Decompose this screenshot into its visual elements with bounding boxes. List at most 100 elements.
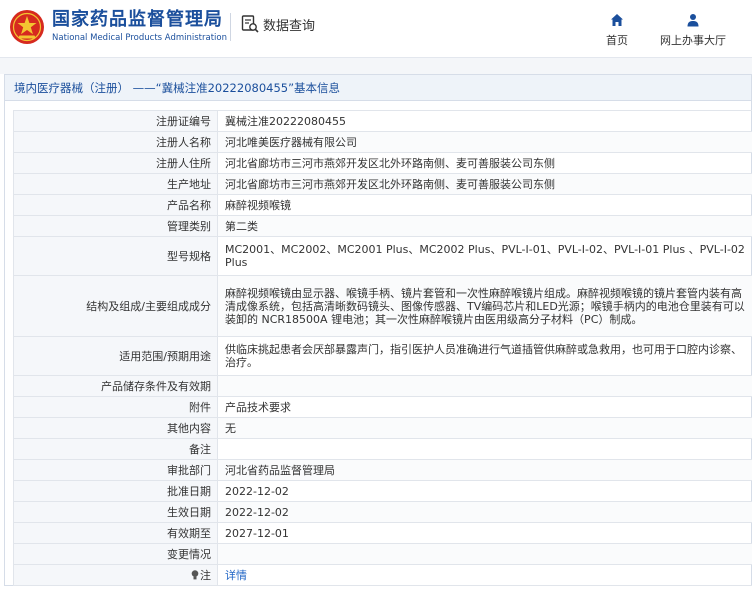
field-value: 2022-12-02: [217, 501, 752, 523]
bulb-icon: [191, 569, 199, 579]
site-header: 国家药品监督管理局 National Medical Products Admi…: [0, 0, 752, 58]
field-label-text: 产品储存条件及有效期: [101, 379, 211, 393]
header-divider: [230, 13, 231, 41]
field-value-text: 第二类: [225, 219, 258, 233]
field-value: 无: [217, 417, 752, 439]
table-row: 管理类别 第二类: [13, 215, 752, 237]
field-label-text: 变更情况: [167, 547, 211, 561]
field-value: 河北省药品监督管理局: [217, 459, 752, 481]
field-label-text: 审批部门: [167, 463, 211, 477]
field-label: 附件: [13, 396, 218, 418]
document-search-icon: [241, 15, 259, 33]
field-label: 产品储存条件及有效期: [13, 375, 218, 397]
table-row: 型号规格 MC2001、MC2002、MC2001 Plus、MC2002 Plu…: [13, 236, 752, 276]
field-label: 其他内容: [13, 417, 218, 439]
field-label-text: 注册人名称: [156, 135, 211, 149]
info-table: 注册证编号 冀械注准20222080455 注册人名称 河北唯美医疗器械有限公司 注册人…: [13, 110, 752, 586]
brand-subtitle: National Medical Products Administration: [52, 33, 227, 43]
field-value: 2027-12-01: [217, 522, 752, 544]
field-value-text: 供临床挑起患者会厌部暴露声门，指引医护人员准确进行气道插管供麻醉或急救用，也可用…: [225, 343, 742, 369]
data-query-link[interactable]: 数据查询: [240, 14, 315, 34]
field-label-text: 注册证编号: [156, 114, 211, 128]
emblem-logo-icon: [10, 10, 44, 44]
field-value: 河北省廊坊市三河市燕郊开发区北外环路南侧、麦可善服装公司东侧: [217, 152, 752, 174]
field-value-text: 2022-12-02: [225, 505, 289, 519]
field-label: 适用范围/预期用途: [13, 336, 218, 376]
page-gap: [0, 58, 752, 74]
field-label-text: 其他内容: [167, 421, 211, 435]
table-row: 生效日期 2022-12-02: [13, 501, 752, 523]
table-row: 产品名称 麻醉视频喉镜: [13, 194, 752, 216]
table-row: 产品储存条件及有效期: [13, 375, 752, 397]
field-value-text: 麻醉视频喉镜由显示器、喉镜手柄、镜片套管和一次性麻醉喉镜片组成。麻醉视频喉镜的镜…: [225, 286, 745, 326]
field-label: 备注: [13, 438, 218, 460]
field-label: 有效期至: [13, 522, 218, 544]
field-value-text: 冀械注准20222080455: [225, 114, 346, 128]
table-row: 注 详情: [13, 564, 752, 586]
user-icon: [687, 14, 699, 27]
table-row: 备注: [13, 438, 752, 460]
nav-home-label: 首页: [606, 34, 628, 47]
field-label-text: 适用范围/预期用途: [119, 349, 211, 363]
field-value: 供临床挑起患者会厌部暴露声门，指引医护人员准确进行气道插管供麻醉或急救用，也可用…: [217, 336, 752, 376]
field-label-text: 管理类别: [167, 219, 211, 233]
breadcrumb: 境内医疗器械（注册） ——“冀械注准20222080455”基本信息: [5, 75, 751, 101]
field-label: 管理类别: [13, 215, 218, 237]
nav-online-hall[interactable]: 网上办事大厅: [653, 12, 733, 48]
field-label-text: 备注: [189, 442, 211, 456]
field-label-text: 生效日期: [167, 505, 211, 519]
field-label: 型号规格: [13, 236, 218, 276]
field-label: 审批部门: [13, 459, 218, 481]
field-label: 注: [13, 564, 218, 586]
table-row: 有效期至 2027-12-01: [13, 522, 752, 544]
field-label-text: 结构及组成/主要组成成分: [86, 299, 211, 313]
data-query-label: 数据查询: [263, 18, 316, 34]
field-label-text: 生产地址: [167, 177, 211, 191]
nav-online-hall-label: 网上办事大厅: [660, 34, 726, 47]
home-icon: [611, 14, 623, 26]
field-label-text: 产品名称: [167, 198, 211, 212]
table-row: 变更情况: [13, 543, 752, 565]
field-label: 产品名称: [13, 194, 218, 216]
field-value-text: 河北省药品监督管理局: [225, 463, 335, 477]
field-label: 批准日期: [13, 480, 218, 502]
table-row: 审批部门 河北省药品监督管理局: [13, 459, 752, 481]
field-label: 注册证编号: [13, 110, 218, 132]
field-label: 注册人住所: [13, 152, 218, 174]
field-label: 注册人名称: [13, 131, 218, 153]
table-row: 注册人名称 河北唯美医疗器械有限公司: [13, 131, 752, 153]
brand-title: 国家药品监督管理局: [52, 9, 223, 30]
field-value: [217, 438, 752, 460]
table-row: 其他内容无: [13, 417, 752, 439]
field-value-text: 河北省廊坊市三河市燕郊开发区北外环路南侧、麦可善服装公司东侧: [225, 177, 555, 191]
field-value-text: 2027-12-01: [225, 526, 289, 540]
field-value: 第二类: [217, 215, 752, 237]
table-row: 生产地址 河北省廊坊市三河市燕郊开发区北外环路南侧、麦可善服装公司东侧: [13, 173, 752, 195]
field-label: 结构及组成/主要组成成分: [13, 275, 218, 337]
table-row: 注册证编号 冀械注准20222080455: [13, 110, 752, 132]
field-label-text: 注: [200, 568, 211, 582]
field-value: 2022-12-02: [217, 480, 752, 502]
field-label-text: 附件: [189, 400, 211, 414]
field-value: [217, 375, 752, 397]
table-row: 结构及组成/主要组成成分 麻醉视频喉镜由显示器、喉镜手柄、镜片套管和一次性麻醉喉镜…: [13, 275, 752, 337]
field-value-text: 麻醉视频喉镜: [225, 198, 291, 212]
field-label: 变更情况: [13, 543, 218, 565]
field-label: 生效日期: [13, 501, 218, 523]
field-value: 麻醉视频喉镜: [217, 194, 752, 216]
table-row: 批准日期 2022-12-02: [13, 480, 752, 502]
field-label-text: 型号规格: [167, 249, 211, 263]
field-label-text: 有效期至: [167, 526, 211, 540]
field-value: 冀械注准20222080455: [217, 110, 752, 132]
field-value: 详情: [217, 564, 752, 586]
details-link[interactable]: 详情: [225, 569, 247, 582]
field-value-text: 河北省廊坊市三河市燕郊开发区北外环路南侧、麦可善服装公司东侧: [225, 156, 555, 170]
brand[interactable]: 国家药品监督管理局 National Medical Products Admi…: [52, 9, 227, 43]
field-value: 产品技术要求: [217, 396, 752, 418]
detail-panel: 境内医疗器械（注册） ——“冀械注准20222080455”基本信息 注册证编号…: [4, 74, 752, 586]
nav-home[interactable]: 首页: [602, 12, 632, 48]
field-value: 麻醉视频喉镜由显示器、喉镜手柄、镜片套管和一次性麻醉喉镜片组成。麻醉视频喉镜的镜…: [217, 275, 752, 337]
field-value: MC2001、MC2002、MC2001 Plus、MC2002 Plus、PV…: [217, 236, 752, 276]
field-value-text: MC2001、MC2002、MC2001 Plus、MC2002 Plus、PV…: [225, 243, 745, 269]
field-value-text: 产品技术要求: [225, 400, 291, 414]
